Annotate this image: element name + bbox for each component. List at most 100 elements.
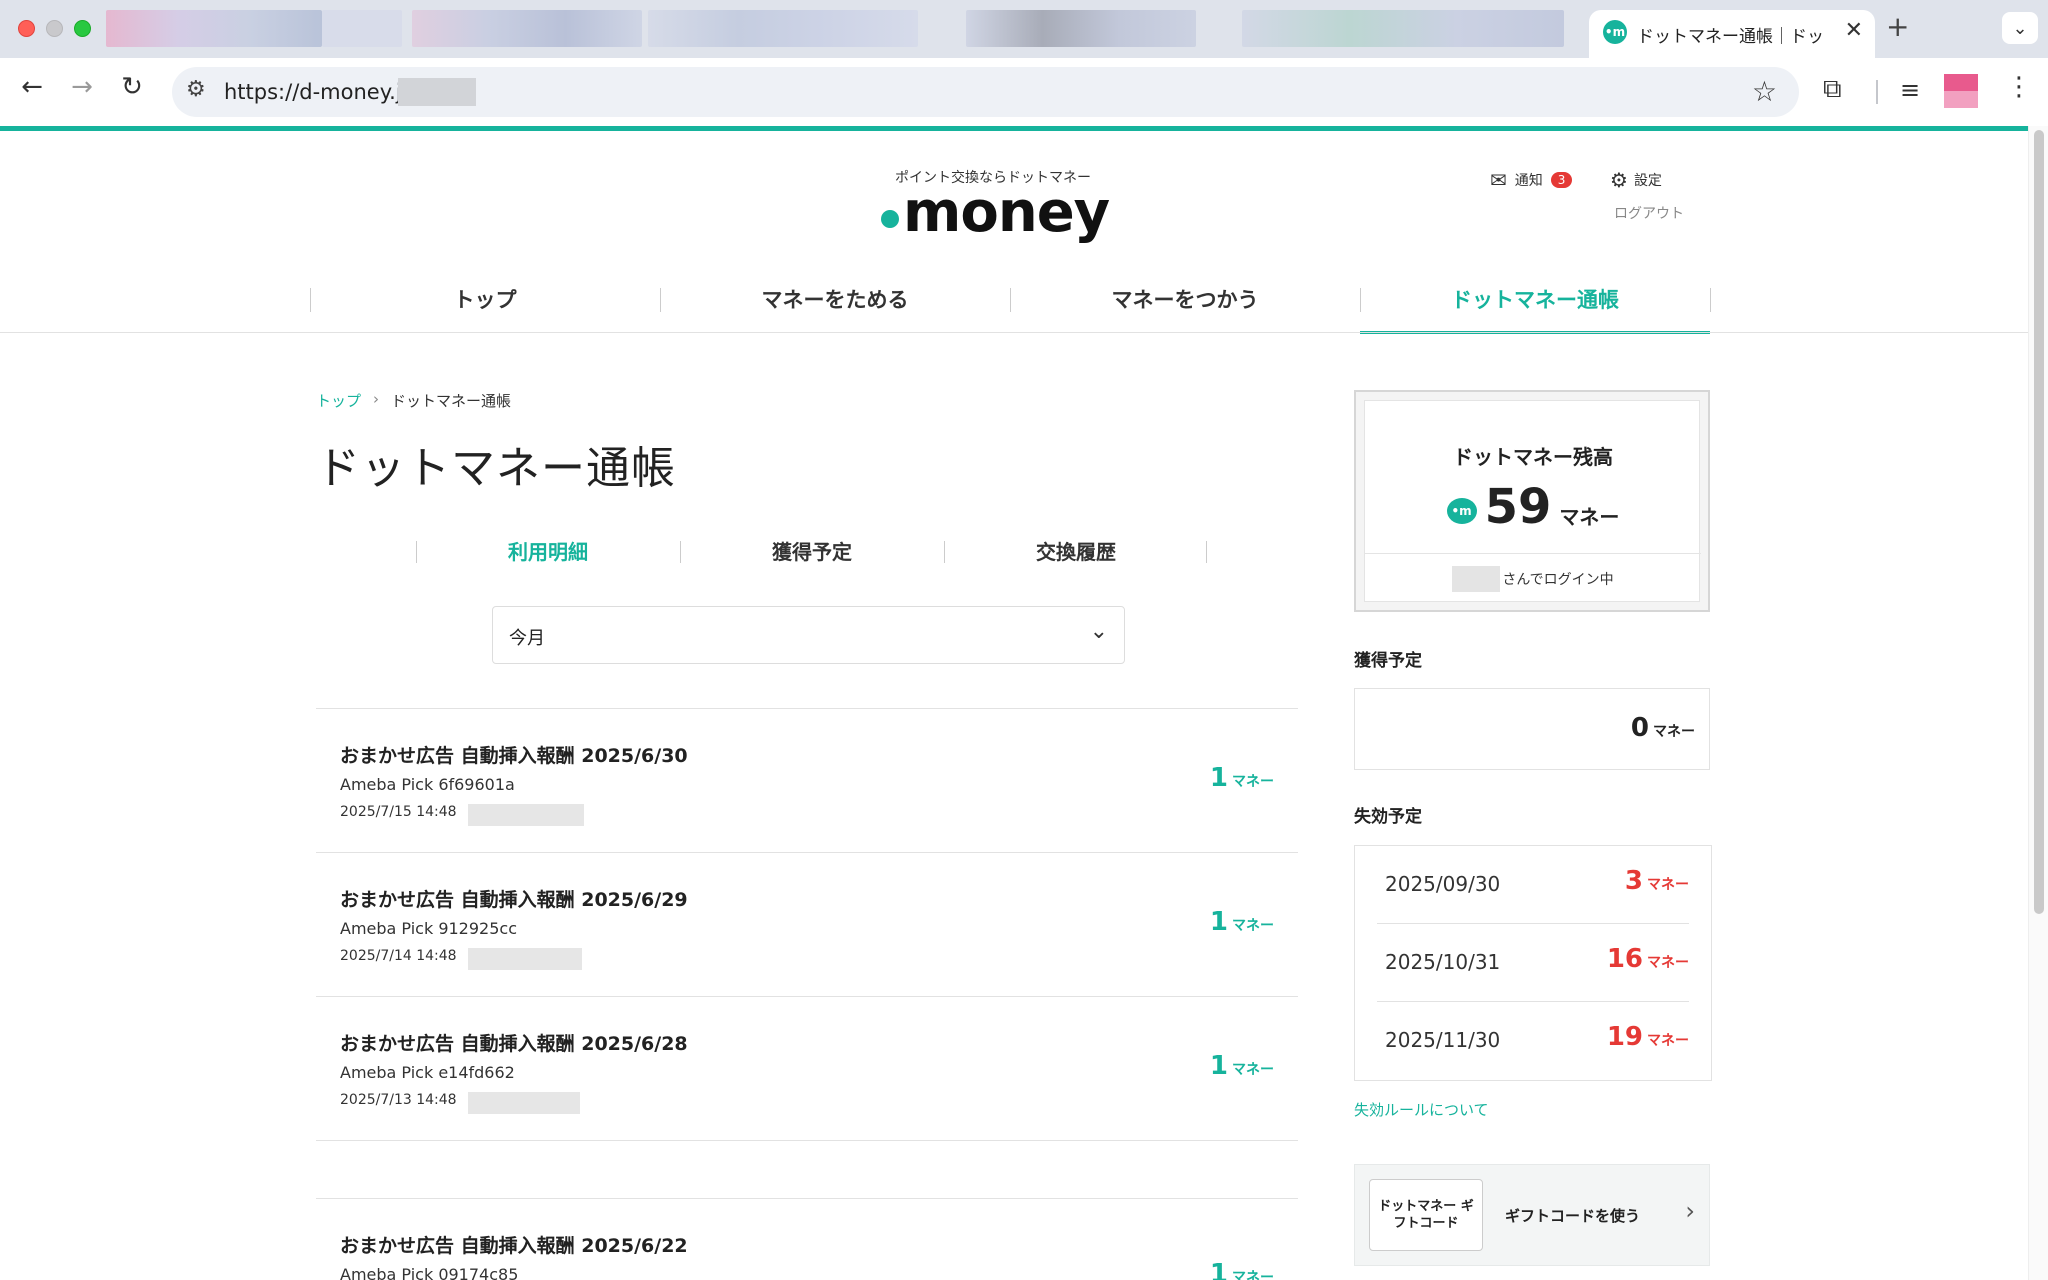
balance-value: 59 <box>1484 479 1552 535</box>
expiration-date: 2025/11/30 <box>1385 1028 1501 1052</box>
transaction-amount: 1 マネー <box>1209 1259 1274 1280</box>
breadcrumb-home-link[interactable]: トップ <box>316 390 361 411</box>
transaction-row[interactable]: おまかせ広告 自動挿入報酬 2025/6/28 Ameba Pick e14fd… <box>316 996 1298 1140</box>
transaction-amount: 1 マネー <box>1209 1051 1274 1081</box>
period-select-value: 今月 <box>509 628 545 649</box>
nav-item-top[interactable]: トップ <box>310 280 660 334</box>
gift-code-label: ギフトコードを使う <box>1505 1207 1641 1225</box>
balance-card-inner: ドットマネー残高 •m 59 マネー さんでログイン中 <box>1364 400 1701 602</box>
profile-avatar[interactable] <box>1944 74 1978 108</box>
expiration-row: 2025/09/30 3 マネー <box>1377 846 1689 924</box>
minimize-window-button[interactable] <box>46 20 63 37</box>
transaction-source: Ameba Pick 09174c85 <box>340 1265 519 1280</box>
redacted-info <box>468 1092 580 1114</box>
browser-tab[interactable] <box>966 10 1196 47</box>
list-divider-gap <box>316 1140 1298 1198</box>
subtab-scheduled-earnings[interactable]: 獲得予定 <box>680 535 944 569</box>
page-scrollbar[interactable] <box>2028 126 2048 1280</box>
new-tab-icon[interactable]: + <box>1886 10 1909 43</box>
forward-arrow-icon[interactable]: → <box>62 72 102 102</box>
redacted-url-path <box>398 78 476 106</box>
close-tab-icon[interactable]: ✕ <box>1845 18 1863 43</box>
browser-tab[interactable] <box>648 10 918 47</box>
subtab-usage-details[interactable]: 利用明細 <box>416 535 680 569</box>
media-control-icon[interactable]: ≡ <box>1900 76 1920 104</box>
gift-code-banner[interactable]: ドットマネー ギフトコード ギフトコードを使う › <box>1354 1164 1710 1266</box>
logout-link[interactable]: ログアウト <box>1614 203 1684 223</box>
more-menu-icon[interactable]: ⋮ <box>2006 72 2032 102</box>
breadcrumb: トップ › ドットマネー通帳 <box>316 390 511 411</box>
gift-code-card-icon: ドットマネー ギフトコード <box>1369 1179 1483 1251</box>
balance-unit: マネー <box>1559 504 1620 529</box>
browser-tab[interactable] <box>412 10 642 47</box>
site-settings-icon[interactable]: ⚙ <box>186 77 206 102</box>
bookmark-star-icon[interactable]: ☆ <box>1752 75 1777 108</box>
logo-dot[interactable] <box>881 210 899 228</box>
active-browser-tab[interactable]: •m ドットマネー通帳｜ドット ✕ <box>1589 10 1875 58</box>
address-bar[interactable]: ⚙ https://d-money.jp ☆ <box>172 67 1799 117</box>
transaction-date: 2025/7/13 14:48 <box>340 1092 457 1108</box>
tab-title: ドットマネー通帳｜ドット <box>1637 27 1827 47</box>
period-select[interactable]: 今月 ⌄ <box>492 606 1125 664</box>
expiration-row: 2025/11/30 19 マネー <box>1377 1002 1689 1080</box>
money-coin-icon: •m <box>1446 498 1477 524</box>
redacted-username <box>1452 565 1501 592</box>
breadcrumb-current: ドットマネー通帳 <box>391 392 512 410</box>
transaction-source: Ameba Pick 912925cc <box>340 919 517 938</box>
tab-search-chevron-icon[interactable]: ⌄ <box>2002 12 2038 44</box>
extensions-icon[interactable]: ⧉ <box>1823 74 1842 105</box>
expiration-row: 2025/10/31 16 マネー <box>1377 924 1689 1002</box>
expiration-rule-link[interactable]: 失効ルールについて <box>1354 1099 1489 1120</box>
browser-tab[interactable] <box>106 10 322 47</box>
reload-icon[interactable]: ↻ <box>112 72 152 102</box>
settings-link[interactable]: ⚙ 設定 <box>1610 168 1662 192</box>
redacted-info <box>468 804 584 826</box>
close-window-button[interactable] <box>18 20 35 37</box>
notification-count-badge: 3 <box>1550 172 1573 188</box>
balance-amount: •m 59 マネー <box>1365 479 1701 535</box>
balance-label: ドットマネー残高 <box>1453 445 1613 469</box>
subtab-exchange-history[interactable]: 交換履歴 <box>944 535 1208 569</box>
expiration-date: 2025/10/31 <box>1385 950 1501 974</box>
nav-item-earn[interactable]: マネーをためる <box>660 280 1010 334</box>
redacted-info <box>468 948 582 970</box>
passbook-subtabs: 利用明細 獲得予定 交換履歴 <box>416 535 1208 571</box>
site-logo[interactable]: money <box>903 180 1110 245</box>
notification-link[interactable]: ✉ 通知 3 <box>1490 168 1573 192</box>
balance-card: ドットマネー残高 •m 59 マネー さんでログイン中 <box>1354 390 1710 612</box>
transaction-row[interactable]: おまかせ広告 自動挿入報酬 2025/6/22 Ameba Pick 09174… <box>316 1198 1298 1280</box>
global-nav: トップ マネーをためる マネーをつかう ドットマネー通帳 <box>310 280 1712 334</box>
transaction-title: おまかせ広告 自動挿入報酬 2025/6/28 <box>340 1033 688 1055</box>
nav-divider <box>1710 288 1711 312</box>
transaction-row[interactable]: おまかせ広告 自動挿入報酬 2025/6/29 Ameba Pick 91292… <box>316 852 1298 996</box>
chevron-down-icon: ⌄ <box>1089 619 1108 644</box>
toolbar-divider <box>1876 80 1878 104</box>
breadcrumb-separator: › <box>373 390 380 408</box>
expiration-amount: 16 マネー <box>1606 944 1689 974</box>
expiration-amount: 3 マネー <box>1624 866 1689 896</box>
browser-toolbar: ← → ↻ ⚙ https://d-money.jp ☆ ⧉ ≡ ⋮ <box>0 58 2048 126</box>
nav-item-passbook[interactable]: ドットマネー通帳 <box>1360 280 1710 334</box>
pending-card: 0 マネー <box>1354 688 1710 770</box>
scrollbar-thumb[interactable] <box>2034 130 2044 914</box>
back-arrow-icon[interactable]: ← <box>12 72 52 102</box>
browser-tab[interactable] <box>322 10 402 47</box>
subtab-divider <box>1206 541 1207 563</box>
pending-heading: 獲得予定 <box>1354 651 1422 671</box>
browser-tab-bar: •m ドットマネー通帳｜ドット ✕ + ⌄ <box>0 0 2048 58</box>
url-text[interactable]: https://d-money.jp <box>224 80 415 104</box>
chevron-right-icon: › <box>1685 1197 1695 1225</box>
nav-item-use[interactable]: マネーをつかう <box>1010 280 1360 334</box>
dot-money-favicon-icon: •m <box>1603 20 1627 44</box>
maximize-window-button[interactable] <box>74 20 91 37</box>
browser-tab[interactable] <box>1242 10 1564 47</box>
transaction-source: Ameba Pick 6f69601a <box>340 775 515 794</box>
transaction-row[interactable]: おまかせ広告 自動挿入報酬 2025/6/30 Ameba Pick 6f696… <box>316 708 1298 852</box>
nav-bottom-rule <box>0 332 2028 333</box>
transaction-title: おまかせ広告 自動挿入報酬 2025/6/29 <box>340 889 688 911</box>
settings-label: 設定 <box>1633 173 1662 189</box>
transaction-title: おまかせ広告 自動挿入報酬 2025/6/22 <box>340 1235 688 1257</box>
expiration-date: 2025/09/30 <box>1385 872 1501 896</box>
notification-label: 通知 <box>1514 173 1543 189</box>
brand-top-line <box>0 126 2028 131</box>
